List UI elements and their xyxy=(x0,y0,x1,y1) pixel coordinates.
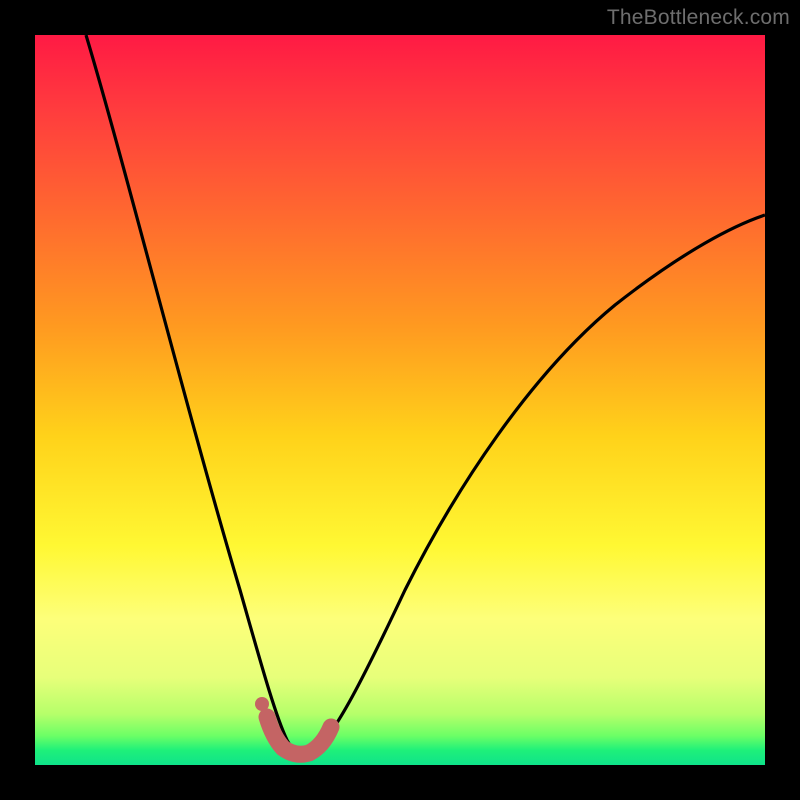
curve-svg xyxy=(35,35,765,765)
min-highlight xyxy=(267,717,331,754)
min-outlier-dot xyxy=(255,697,269,711)
plot-area xyxy=(35,35,765,765)
chart-frame: TheBottleneck.com xyxy=(0,0,800,800)
bottleneck-curve xyxy=(86,35,765,755)
watermark-text: TheBottleneck.com xyxy=(607,6,790,30)
